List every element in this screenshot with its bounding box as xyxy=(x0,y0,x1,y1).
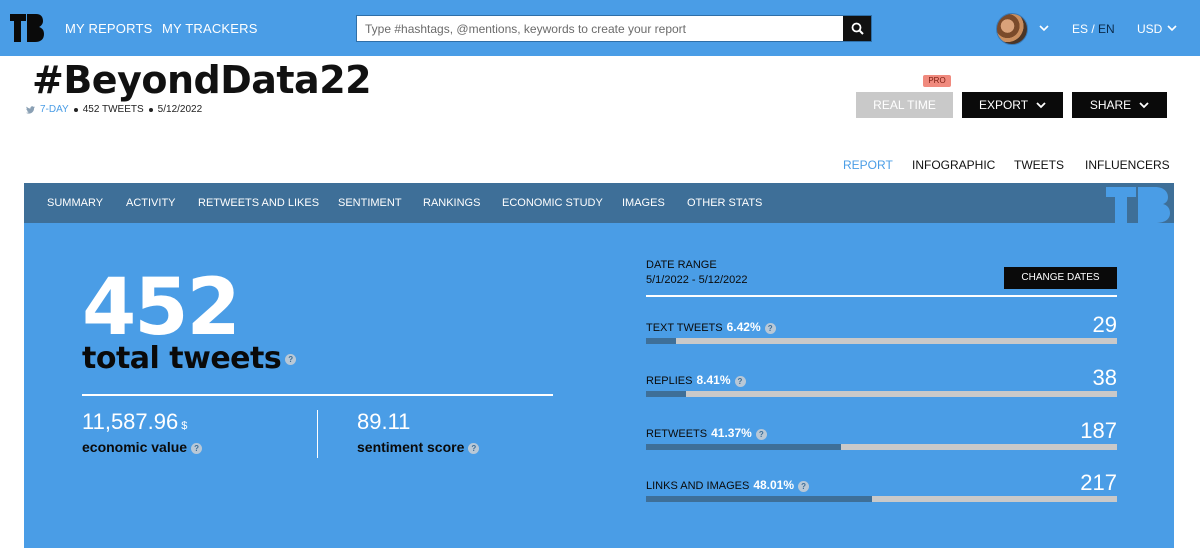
progress-track xyxy=(646,444,1117,450)
search-button[interactable] xyxy=(843,16,871,41)
nav-my-reports[interactable]: MY REPORTS xyxy=(65,21,152,36)
export-button[interactable]: EXPORT xyxy=(962,92,1063,118)
subnav-report[interactable]: REPORT xyxy=(843,158,893,172)
pro-badge: PRO xyxy=(923,75,951,87)
progress-fill xyxy=(646,444,841,450)
share-label: SHARE xyxy=(1089,98,1132,112)
nav-my-trackers[interactable]: MY TRACKERS xyxy=(162,21,258,36)
metric-name: RETWEETS 41.37%? xyxy=(646,426,767,440)
help-icon[interactable]: ? xyxy=(734,375,746,387)
real-time-button[interactable]: REAL TIME xyxy=(856,92,953,118)
help-icon[interactable]: ? xyxy=(764,322,776,334)
divider xyxy=(82,394,553,396)
total-tweets-text: total tweets xyxy=(82,341,282,376)
currency-select[interactable]: USD xyxy=(1137,22,1162,36)
separator-dot xyxy=(148,107,153,112)
subnav-tweets[interactable]: TWEETS xyxy=(1014,158,1064,172)
tab-rankings[interactable]: RANKINGS xyxy=(423,197,480,209)
tab-summary[interactable]: SUMMARY xyxy=(47,197,103,209)
search-bar xyxy=(356,15,872,42)
period-link[interactable]: 7-DAY xyxy=(40,104,69,115)
metric-count: 187 xyxy=(1080,418,1117,443)
search-input[interactable] xyxy=(357,16,843,41)
metric-name: REPLIES 8.41%? xyxy=(646,373,746,387)
metric-percent: 48.01% xyxy=(753,478,795,492)
sentiment-score-label: sentiment score? xyxy=(357,439,480,455)
top-bar: MY REPORTS MY TRACKERS ES / EN USD xyxy=(0,0,1200,56)
economic-value: 11,587.96 $ xyxy=(82,409,187,435)
metric-text-tweets: TEXT TWEETS 6.42%? 29 xyxy=(646,312,1117,352)
tab-activity[interactable]: ACTIVITY xyxy=(126,197,176,209)
report-meta: 7-DAY 452 TWEETS 5/12/2022 xyxy=(26,104,202,115)
progress-track xyxy=(646,391,1117,397)
economic-value-label: economic value? xyxy=(82,439,203,455)
economic-value-number: 11,587.96 xyxy=(82,409,179,434)
divider xyxy=(317,410,318,458)
progress-fill xyxy=(646,391,686,397)
chevron-down-icon xyxy=(1139,102,1149,109)
progress-fill xyxy=(646,496,873,502)
help-icon[interactable]: ? xyxy=(285,354,297,365)
tab-retweets-and-likes[interactable]: RETWEETS AND LIKES xyxy=(198,197,319,209)
share-button[interactable]: SHARE xyxy=(1072,92,1167,118)
page-title: #BeyondData22 xyxy=(32,58,372,102)
chevron-down-icon[interactable] xyxy=(1039,24,1049,32)
date-range-value: 5/1/2022 - 5/12/2022 xyxy=(646,274,748,286)
tab-economic-study[interactable]: ECONOMIC STUDY xyxy=(502,197,603,209)
total-tweets-value: 452 xyxy=(82,263,241,353)
language-switch: ES / EN xyxy=(1072,22,1115,36)
tab-images[interactable]: IMAGES xyxy=(622,197,665,209)
twitter-bird-icon xyxy=(26,105,35,114)
metric-percent: 6.42% xyxy=(726,320,761,334)
metric-label: LINKS AND IMAGES xyxy=(646,480,750,492)
tab-other-stats[interactable]: OTHER STATS xyxy=(687,197,762,209)
metric-links-and-images: LINKS AND IMAGES 48.01%? 217 xyxy=(646,470,1117,510)
lang-es[interactable]: ES xyxy=(1072,22,1088,36)
chevron-down-icon xyxy=(1036,102,1046,109)
currency-unit: $ xyxy=(181,420,188,432)
sentiment-score-text: sentiment score xyxy=(357,439,465,455)
logo-icon xyxy=(1106,187,1170,223)
search-icon xyxy=(851,22,864,35)
economic-value-text: economic value xyxy=(82,439,188,455)
avatar[interactable] xyxy=(996,13,1028,45)
metric-retweets: RETWEETS 41.37%? 187 xyxy=(646,418,1117,458)
lang-separator: / xyxy=(1091,22,1095,36)
subnav-infographic[interactable]: INFOGRAPHIC xyxy=(912,158,995,172)
metric-name: TEXT TWEETS 6.42%? xyxy=(646,320,776,334)
help-icon[interactable]: ? xyxy=(191,442,203,454)
date-range-label: DATE RANGE xyxy=(646,259,717,271)
metric-label: TEXT TWEETS xyxy=(646,322,723,334)
chevron-down-icon[interactable] xyxy=(1167,24,1177,32)
separator-dot xyxy=(73,107,78,112)
tweet-count: 452 TWEETS xyxy=(82,104,144,115)
metric-percent: 41.37% xyxy=(711,426,752,440)
subnav-influencers[interactable]: INFLUENCERS xyxy=(1085,158,1170,172)
change-dates-button[interactable]: CHANGE DATES xyxy=(1004,267,1117,289)
report-date: 5/12/2022 xyxy=(157,104,203,115)
help-icon[interactable]: ? xyxy=(798,480,810,492)
metric-count: 217 xyxy=(1080,470,1117,495)
lang-en[interactable]: EN xyxy=(1098,22,1115,36)
help-icon[interactable]: ? xyxy=(755,428,767,440)
metric-name: LINKS AND IMAGES 48.01%? xyxy=(646,478,810,492)
metric-count: 29 xyxy=(1092,312,1117,337)
export-label: EXPORT xyxy=(978,98,1029,112)
logo-icon[interactable] xyxy=(10,14,44,42)
progress-track xyxy=(646,338,1117,344)
progress-fill xyxy=(646,338,677,344)
sentiment-score: 89.11 xyxy=(357,409,411,434)
metric-replies: REPLIES 8.41%? 38 xyxy=(646,365,1117,405)
metric-label: RETWEETS xyxy=(646,428,708,440)
tab-sentiment[interactable]: SENTIMENT xyxy=(338,197,402,209)
metric-percent: 8.41% xyxy=(696,373,731,387)
summary-panel: 452 total tweets? 11,587.96 $ economic va… xyxy=(24,223,1174,548)
report-tab-bar: SUMMARY ACTIVITY RETWEETS AND LIKES SENT… xyxy=(24,183,1174,223)
divider xyxy=(646,295,1117,297)
total-tweets-label: total tweets? xyxy=(82,341,297,376)
progress-track xyxy=(646,496,1117,502)
help-icon[interactable]: ? xyxy=(468,442,480,454)
metric-label: REPLIES xyxy=(646,375,693,387)
metric-count: 38 xyxy=(1092,365,1117,390)
